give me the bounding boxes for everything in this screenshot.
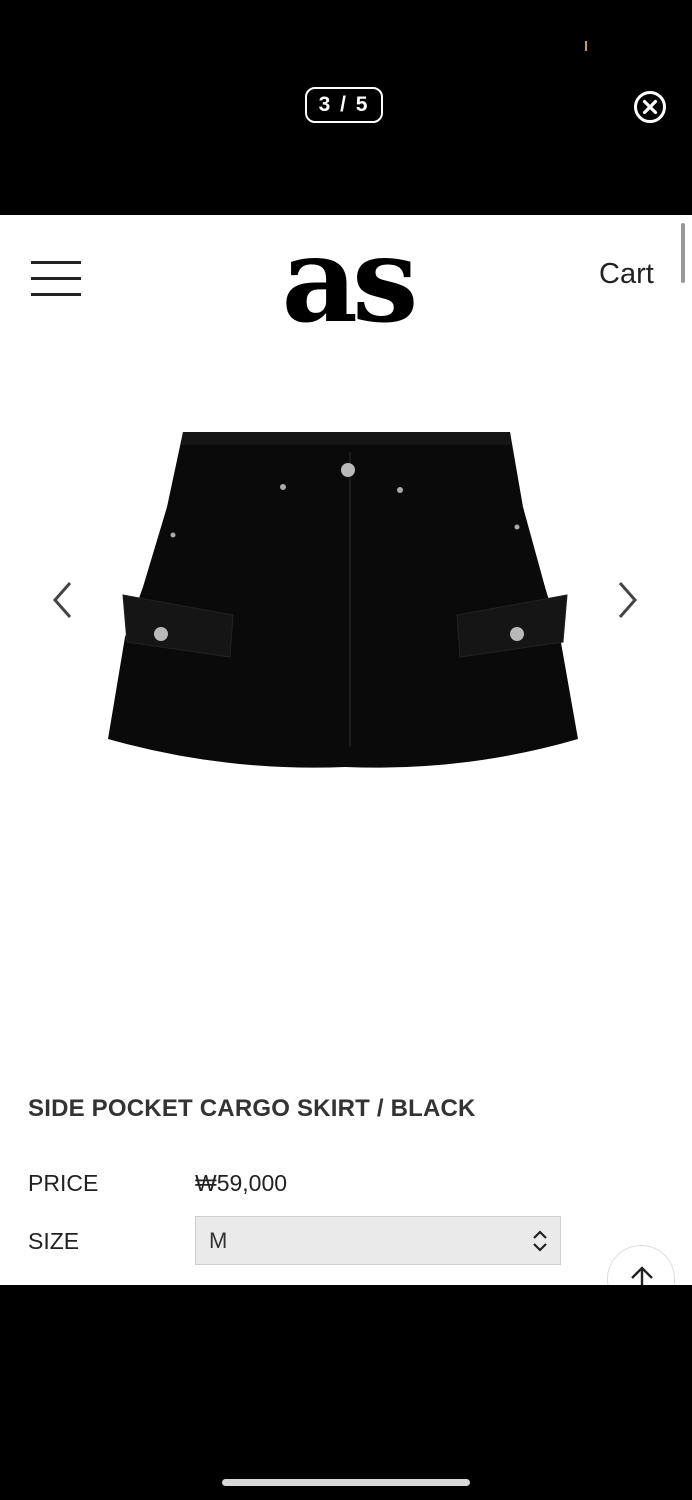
scrollbar[interactable] bbox=[681, 223, 685, 283]
scroll-top-button[interactable] bbox=[607, 1245, 675, 1285]
product-page: as Cart SIDE POCKET CARGO SKIRT / BLACK … bbox=[0, 215, 692, 1285]
size-label: SIZE bbox=[28, 1228, 80, 1254]
hamburger-icon-line bbox=[31, 277, 81, 280]
product-image bbox=[105, 427, 585, 772]
size-select[interactable]: M bbox=[195, 1216, 561, 1265]
size-selected-value: M bbox=[209, 1228, 228, 1253]
close-circle-icon bbox=[634, 91, 666, 123]
cargo-skirt-image bbox=[108, 432, 578, 768]
image-counter: 3 / 5 bbox=[305, 87, 383, 123]
chevron-right-icon bbox=[618, 582, 638, 618]
next-image-button[interactable] bbox=[612, 578, 642, 622]
menu-button[interactable] bbox=[31, 261, 81, 297]
prev-image-button[interactable] bbox=[48, 578, 78, 622]
as-logo-icon: as bbox=[282, 215, 420, 349]
chevron-left-icon bbox=[52, 582, 72, 618]
viewer-bottom-bar bbox=[0, 1285, 692, 1500]
hamburger-icon-line bbox=[31, 293, 81, 296]
chevron-updown-icon bbox=[533, 1230, 547, 1252]
brand-logo[interactable]: as bbox=[275, 215, 420, 349]
svg-text:as: as bbox=[282, 223, 414, 335]
status-indicator bbox=[585, 41, 587, 51]
viewer-top-bar: 3 / 5 bbox=[0, 0, 692, 215]
price-label: PRICE bbox=[28, 1170, 99, 1196]
arrow-up-icon bbox=[631, 1266, 653, 1285]
close-button[interactable] bbox=[633, 90, 667, 124]
price-value: ₩59,000 bbox=[195, 1170, 288, 1196]
cart-link[interactable]: Cart bbox=[599, 258, 654, 291]
home-indicator[interactable] bbox=[222, 1479, 470, 1486]
hamburger-icon-line bbox=[31, 261, 81, 264]
product-title: SIDE POCKET CARGO SKIRT / BLACK bbox=[28, 1095, 476, 1122]
